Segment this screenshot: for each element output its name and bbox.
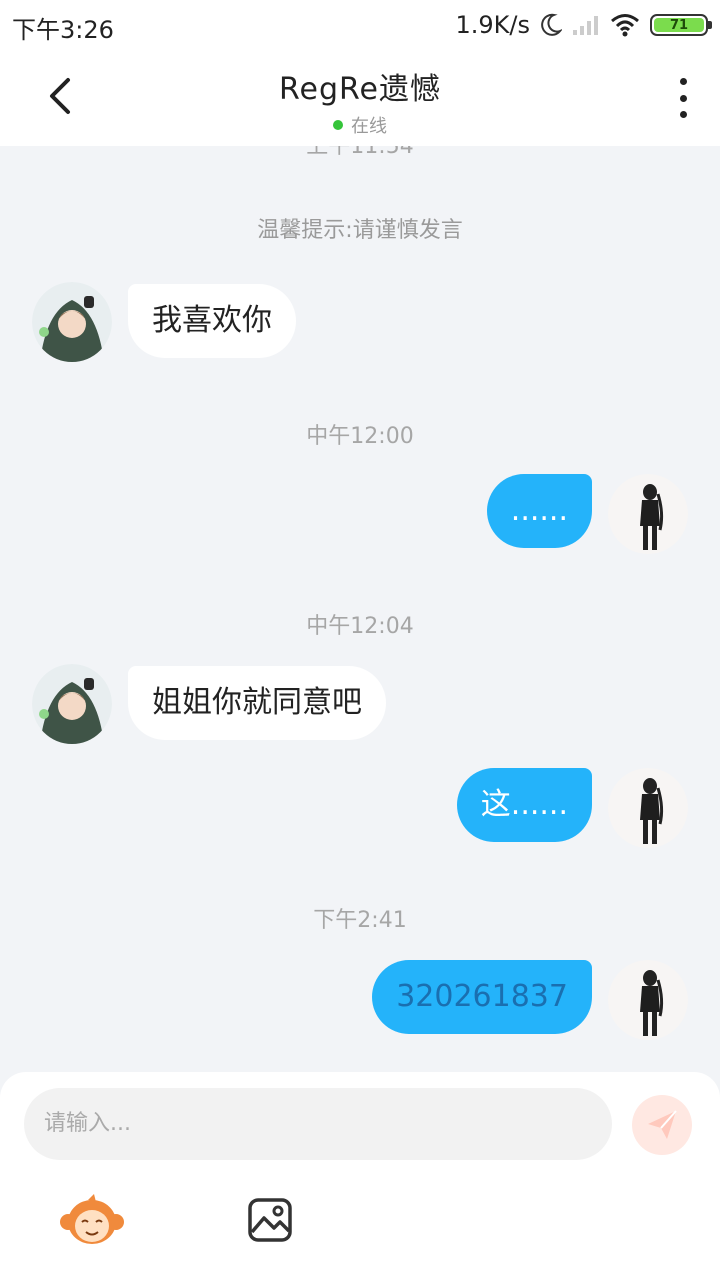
more-options-icon[interactable] [674,78,692,118]
message-bubble[interactable]: 320261837 [372,960,592,1034]
status-right: 1.9K/s 71 [455,10,712,40]
paper-plane-icon [648,1110,677,1139]
top-bar: 下午3:26 1.9K/s 71 RegRe遗憾 在线 [0,0,720,146]
message-bubble[interactable]: 姐姐你就同意吧 [128,666,386,740]
timestamp: 下午2:41 [313,908,407,933]
chat-header: RegRe遗憾 在线 [160,64,560,138]
image-icon[interactable] [246,1196,294,1244]
monkey-emoji-icon[interactable] [60,1192,124,1248]
my-avatar[interactable] [608,768,688,848]
composer-bar: 请输入... [0,1072,720,1280]
online-status-label: 在线 [351,116,387,137]
wifi-icon [611,14,639,37]
battery-level: 71 [654,18,704,33]
net-speed: 1.9K/s [455,11,531,39]
online-status: 在线 [160,112,560,138]
moon-icon [541,13,562,36]
signal-icon [573,16,598,35]
status-bar: 下午3:26 1.9K/s 71 [0,0,720,52]
message-bubble[interactable]: ...... [486,474,592,548]
warning-tip: 温馨提示:请谨慎发言 [257,218,463,243]
contact-avatar[interactable] [32,282,112,362]
battery-icon: 71 [650,14,712,36]
timestamp: 中午12:00 [306,424,414,449]
message-bubble[interactable]: 我喜欢你 [128,284,296,358]
message-bubble[interactable]: 这...... [456,768,592,842]
timestamp: 中午12:04 [306,614,414,639]
my-avatar[interactable] [608,960,688,1040]
contact-avatar[interactable] [32,664,112,744]
my-avatar[interactable] [608,474,688,554]
online-dot-icon [333,120,343,130]
message-input[interactable]: 请输入... [24,1088,612,1160]
timestamp: 上午11:54 [306,146,414,159]
contact-name: RegRe遗憾 [279,72,441,107]
back-arrow-icon[interactable] [40,74,84,118]
status-time: 下午3:26 [12,16,114,44]
chat-messages[interactable]: 上午11:54 温馨提示:请谨慎发言 我喜欢你 中午12:00 ...... 中… [0,146,720,1072]
send-button[interactable] [632,1095,692,1155]
